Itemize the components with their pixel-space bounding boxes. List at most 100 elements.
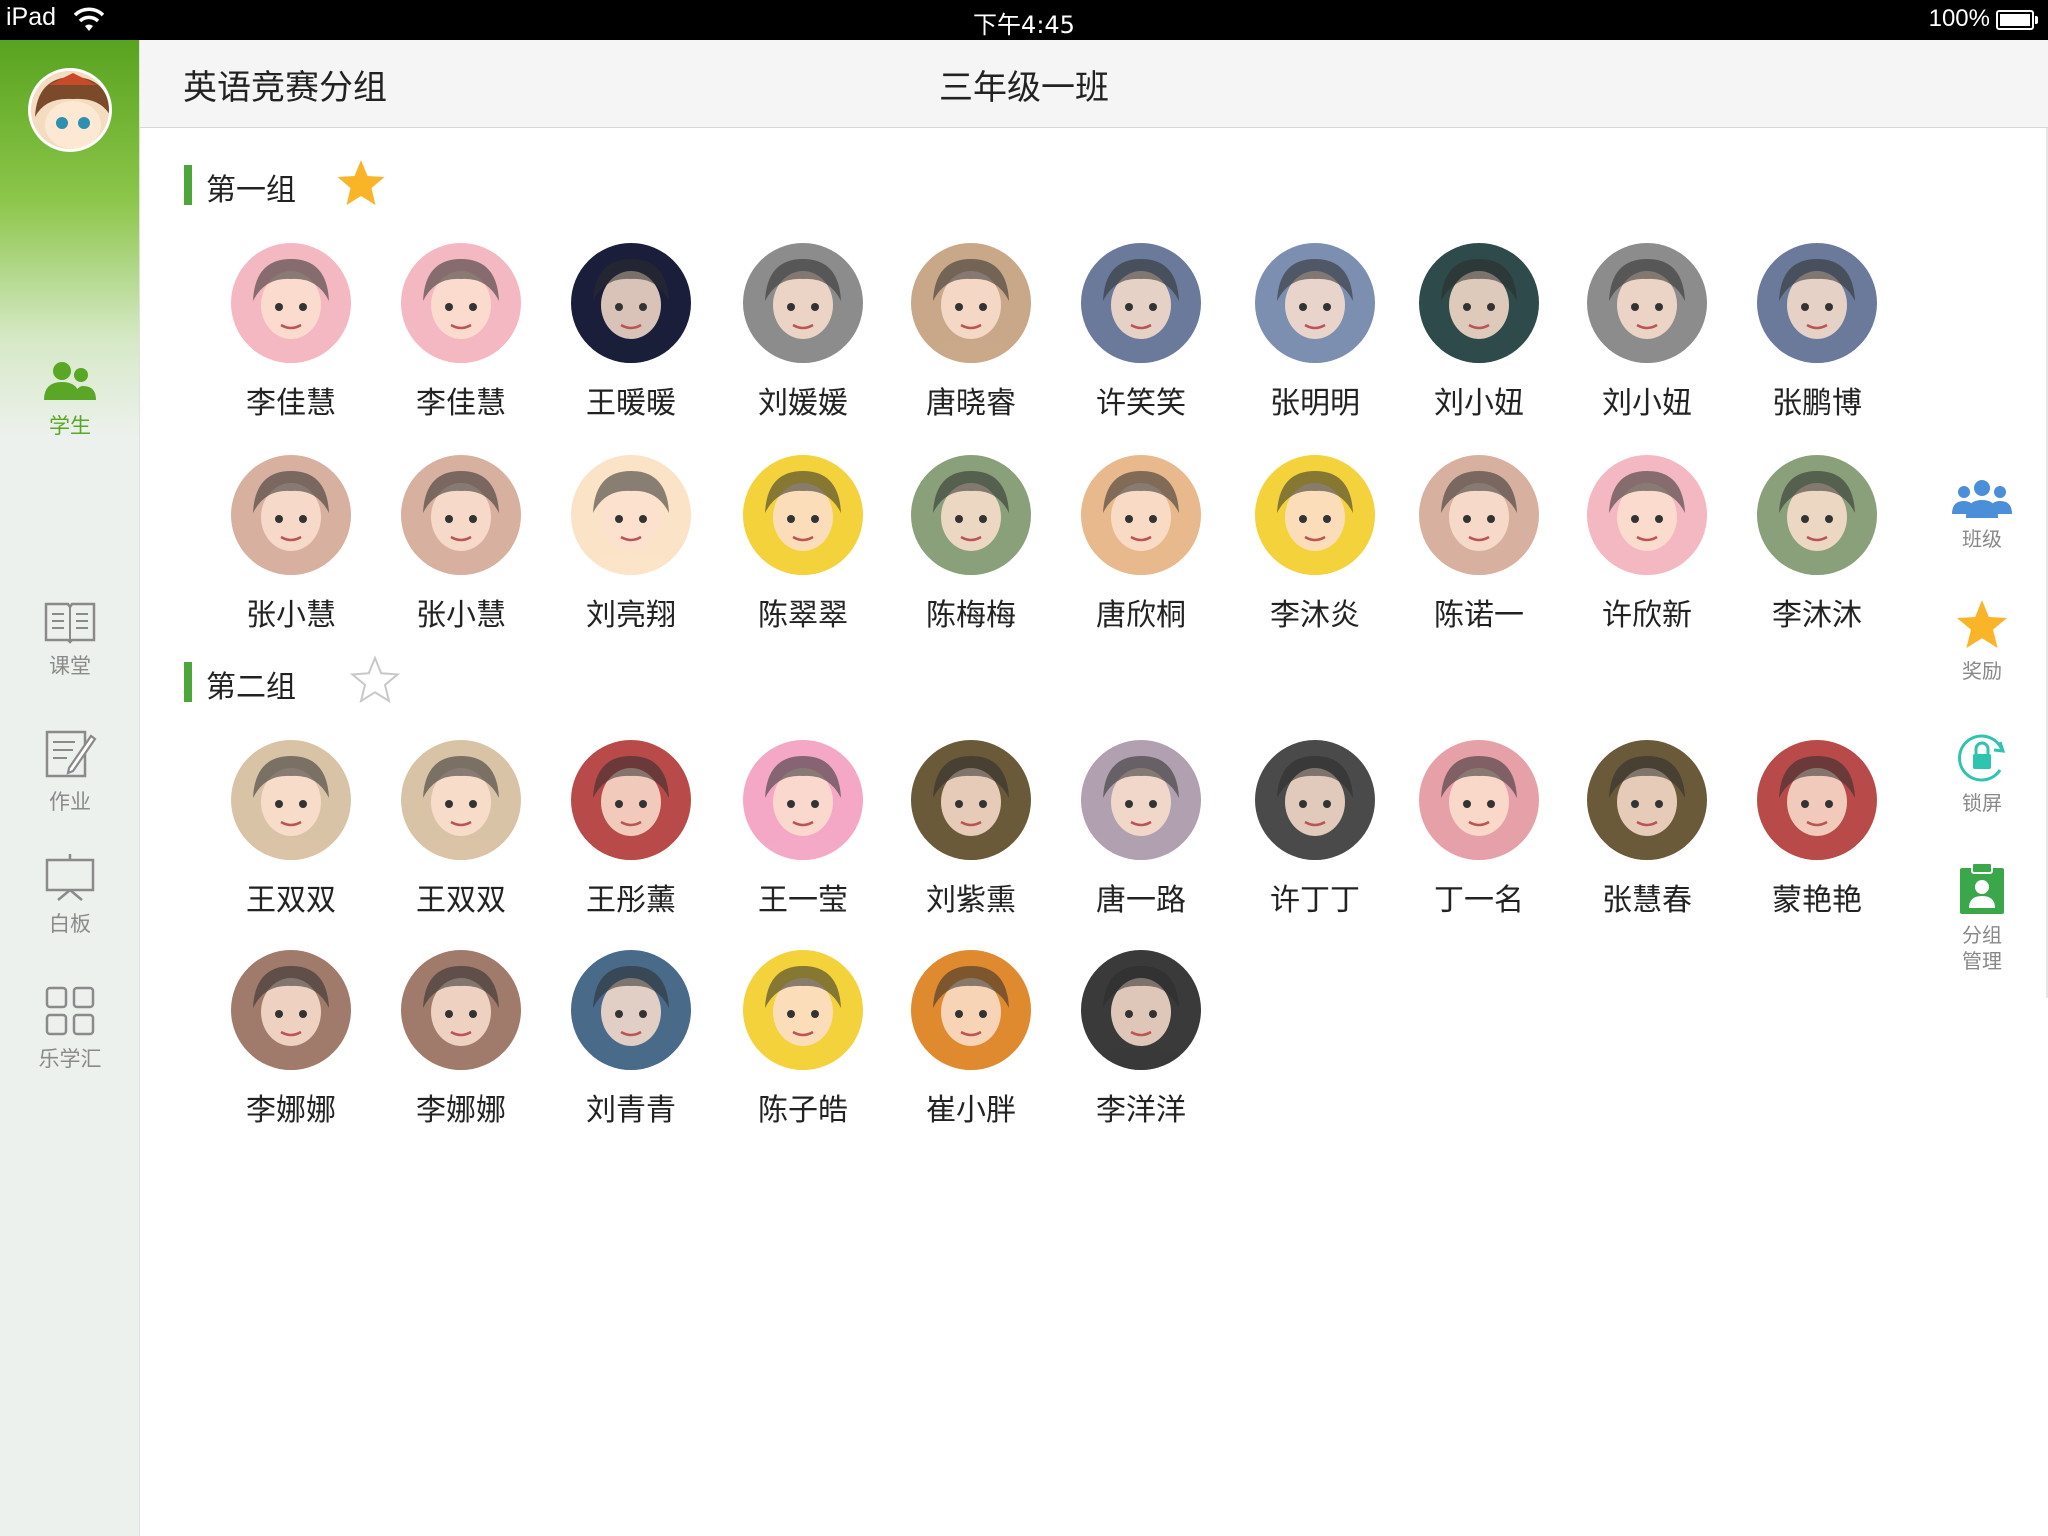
student-name: 唐一路 xyxy=(1096,883,1186,918)
student-avatar xyxy=(743,950,863,1070)
student-item[interactable]: 王双双 xyxy=(386,740,536,919)
sidebar-item-homework[interactable]: 作业 xyxy=(0,728,140,816)
student-item[interactable]: 李沐沐 xyxy=(1742,455,1892,634)
student-avatar xyxy=(231,243,351,363)
star-outline-icon[interactable] xyxy=(348,654,402,708)
student-name: 李娜娜 xyxy=(246,1093,336,1128)
tool-label: 班级 xyxy=(1962,527,2002,551)
student-item[interactable]: 张慧春 xyxy=(1572,740,1722,919)
student-item[interactable]: 张小慧 xyxy=(216,455,366,634)
student-item[interactable]: 陈翠翠 xyxy=(728,455,878,634)
student-avatar xyxy=(571,950,691,1070)
student-name: 张鹏博 xyxy=(1772,386,1862,421)
tool-label: 锁屏 xyxy=(1962,791,2002,815)
star-icon xyxy=(1957,600,2007,648)
student-name: 李佳慧 xyxy=(246,386,336,421)
student-name: 李佳慧 xyxy=(416,386,506,421)
sidebar-item-classroom[interactable]: 课堂 xyxy=(0,600,140,680)
tool-class-button[interactable]: 班级 xyxy=(1934,478,2030,552)
student-name: 刘亮翔 xyxy=(586,598,676,633)
student-item[interactable]: 李佳慧 xyxy=(216,243,366,422)
student-avatar xyxy=(571,455,691,575)
sidebar-item-label: 白板 xyxy=(49,912,91,936)
student-name: 蒙艳艳 xyxy=(1772,883,1862,918)
student-item[interactable]: 李佳慧 xyxy=(386,243,536,422)
student-item[interactable]: 刘小妞 xyxy=(1404,243,1554,422)
student-item[interactable]: 张鹏博 xyxy=(1742,243,1892,422)
teacher-avatar[interactable] xyxy=(28,68,112,152)
sidebar-item-whiteboard[interactable]: 白板 xyxy=(0,852,140,938)
student-item[interactable]: 唐欣桐 xyxy=(1066,455,1216,634)
student-avatar xyxy=(231,740,351,860)
student-item[interactable]: 刘小妞 xyxy=(1572,243,1722,422)
student-item[interactable]: 陈子皓 xyxy=(728,950,878,1129)
student-name: 王双双 xyxy=(416,883,506,918)
student-item[interactable]: 李娜娜 xyxy=(216,950,366,1129)
student-avatar xyxy=(911,950,1031,1070)
student-item[interactable]: 王一莹 xyxy=(728,740,878,919)
student-avatar xyxy=(1757,740,1877,860)
student-name: 陈子皓 xyxy=(758,1093,848,1128)
student-item[interactable]: 许笑笑 xyxy=(1066,243,1216,422)
student-name: 李洋洋 xyxy=(1096,1093,1186,1128)
student-item[interactable]: 刘亮翔 xyxy=(556,455,706,634)
student-item[interactable]: 唐一路 xyxy=(1066,740,1216,919)
student-item[interactable]: 陈梅梅 xyxy=(896,455,1046,634)
student-avatar xyxy=(1255,455,1375,575)
student-item[interactable]: 蒙艳艳 xyxy=(1742,740,1892,919)
student-avatar xyxy=(1587,740,1707,860)
student-item[interactable]: 唐晓睿 xyxy=(896,243,1046,422)
student-name: 唐欣桐 xyxy=(1096,598,1186,633)
class-icon xyxy=(1952,480,2012,518)
student-name: 丁一名 xyxy=(1434,883,1524,918)
star-filled-icon[interactable] xyxy=(334,157,388,211)
student-item[interactable]: 许丁丁 xyxy=(1240,740,1390,919)
book-icon xyxy=(44,602,96,644)
student-name: 王一莹 xyxy=(758,883,848,918)
student-avatar xyxy=(1255,243,1375,363)
student-item[interactable]: 刘紫熏 xyxy=(896,740,1046,919)
student-name: 刘小妞 xyxy=(1434,386,1524,421)
student-avatar xyxy=(401,455,521,575)
student-avatar xyxy=(571,740,691,860)
tool-label: 奖励 xyxy=(1962,659,2002,683)
sidebar-item-students[interactable]: 学生 xyxy=(0,360,140,440)
student-item[interactable]: 刘媛媛 xyxy=(728,243,878,422)
battery-level: 100% xyxy=(1928,5,1990,32)
whiteboard-icon xyxy=(45,854,95,901)
student-item[interactable]: 王彤薰 xyxy=(556,740,706,919)
student-item[interactable]: 刘青青 xyxy=(556,950,706,1129)
student-item[interactable]: 张小慧 xyxy=(386,455,536,634)
sidebar-item-lexuehui[interactable]: 乐学汇 xyxy=(0,985,140,1073)
tool-group-manage-button[interactable]: 分组管理 xyxy=(1934,862,2030,974)
sidebar-item-label: 乐学汇 xyxy=(38,1047,102,1071)
student-avatar xyxy=(1419,243,1539,363)
student-item[interactable]: 崔小胖 xyxy=(896,950,1046,1129)
sidebar: 学生 课堂 作业 白板 乐学汇 xyxy=(0,40,140,1536)
student-item[interactable]: 许欣新 xyxy=(1572,455,1722,634)
student-item[interactable]: 李娜娜 xyxy=(386,950,536,1129)
tool-lockscreen-button[interactable]: 锁屏 xyxy=(1934,730,2030,816)
student-item[interactable]: 陈诺一 xyxy=(1404,455,1554,634)
grid-icon xyxy=(45,986,95,1036)
student-name: 刘紫熏 xyxy=(926,883,1016,918)
student-name: 李娜娜 xyxy=(416,1093,506,1128)
student-item[interactable]: 李洋洋 xyxy=(1066,950,1216,1129)
student-avatar xyxy=(911,740,1031,860)
student-avatar xyxy=(1419,455,1539,575)
student-item[interactable]: 李沐炎 xyxy=(1240,455,1390,634)
student-avatar xyxy=(231,455,351,575)
student-avatar xyxy=(401,740,521,860)
status-bar: iPad 下午4:45 100% xyxy=(0,0,2048,40)
group-manage-icon xyxy=(1960,862,2004,914)
tool-reward-button[interactable]: 奖励 xyxy=(1934,598,2030,684)
student-item[interactable]: 丁一名 xyxy=(1404,740,1554,919)
sidebar-item-label: 作业 xyxy=(49,790,91,814)
student-item[interactable]: 张明明 xyxy=(1240,243,1390,422)
student-item[interactable]: 王暖暖 xyxy=(556,243,706,422)
student-name: 张小慧 xyxy=(416,598,506,633)
student-avatar xyxy=(401,243,521,363)
student-avatar xyxy=(401,950,521,1070)
student-item[interactable]: 王双双 xyxy=(216,740,366,919)
student-name: 张小慧 xyxy=(246,598,336,633)
